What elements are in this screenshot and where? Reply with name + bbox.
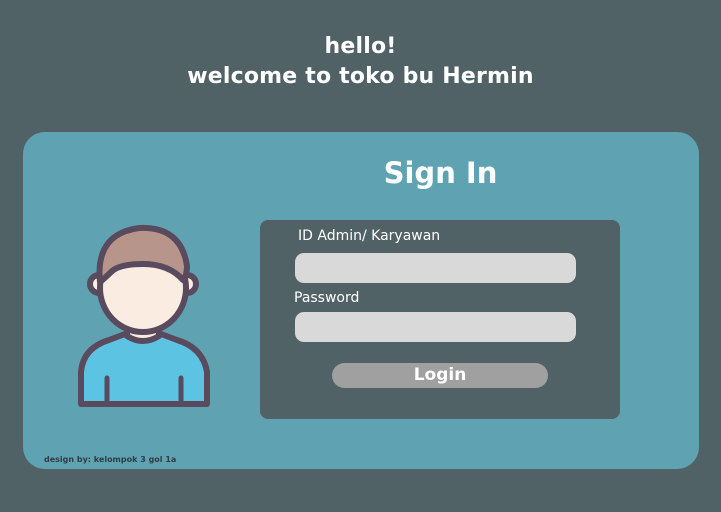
login-button[interactable]: Login <box>332 363 548 388</box>
greeting-hello: hello! <box>324 34 397 59</box>
id-admin-label: ID Admin/ Karyawan <box>298 228 441 244</box>
user-avatar-icon <box>77 220 212 410</box>
password-input[interactable] <box>295 312 576 342</box>
design-credit: design by: kelompok 3 gol 1a <box>44 455 177 464</box>
login-card: Sign In ID Admin/ Karyawan Password Logi… <box>23 132 699 469</box>
sign-in-title: Sign In <box>383 156 498 190</box>
login-form: ID Admin/ Karyawan Password Login <box>260 220 620 419</box>
password-label: Password <box>294 290 360 306</box>
id-admin-input[interactable] <box>295 253 576 283</box>
welcome-message: welcome to toko bu Hermin <box>187 64 534 89</box>
